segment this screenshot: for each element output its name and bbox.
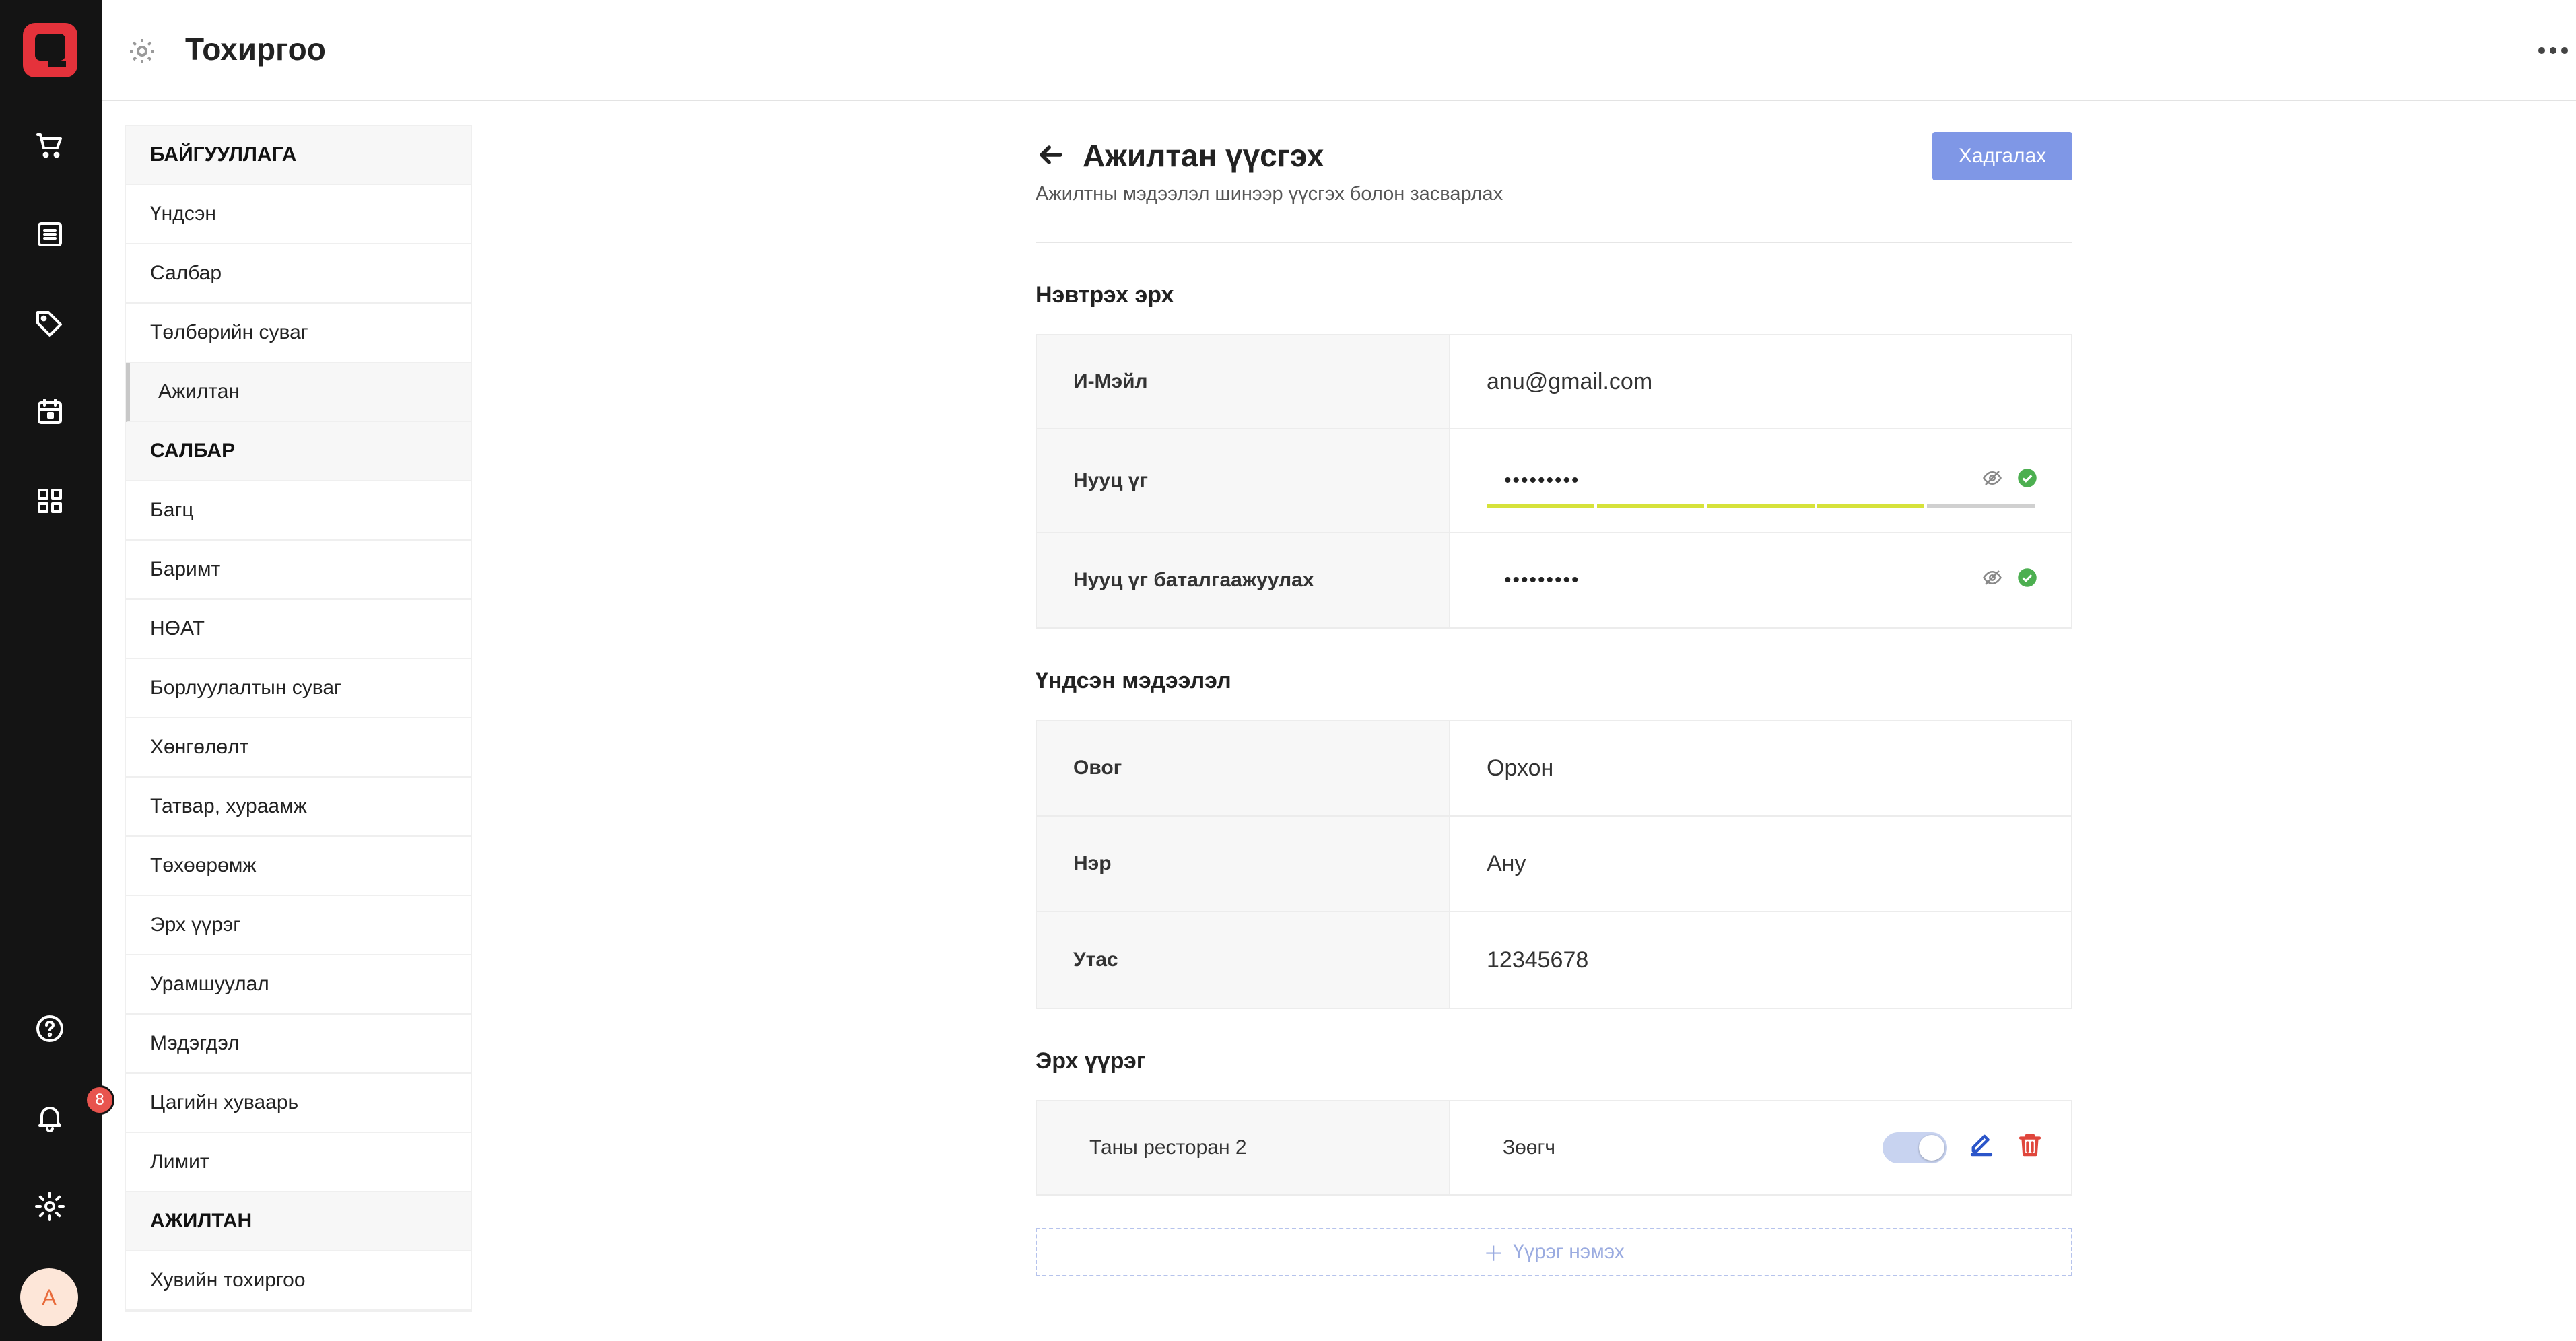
- name-field[interactable]: Ану: [1450, 817, 2071, 911]
- list-icon[interactable]: [31, 215, 69, 253]
- confirm-password-value: •••••••••: [1504, 569, 1580, 591]
- roles-section-title: Эрх үүрэг: [1036, 1048, 1146, 1074]
- phone-row: Утас 12345678: [1037, 912, 2071, 1008]
- menu-item-device[interactable]: Төхөөрөмж: [126, 837, 471, 896]
- password-label: Нууц үг: [1037, 429, 1450, 532]
- settings-icon[interactable]: [31, 1188, 69, 1225]
- menu-item-roles[interactable]: Эрх үүрэг: [126, 896, 471, 955]
- menu-item-vat[interactable]: НӨАТ: [126, 600, 471, 659]
- menu-section-employee: АЖИЛТАН: [126, 1192, 471, 1251]
- role-branch: Таны ресторан 2: [1037, 1101, 1450, 1194]
- page-header: Тохиргоо: [102, 0, 2576, 101]
- form-header: Ажилтан үүсгэх Хадгалах: [1036, 128, 2072, 182]
- menu-item-limit[interactable]: Лимит: [126, 1133, 471, 1192]
- password-strength-meter: [1487, 504, 2035, 508]
- cart-icon[interactable]: [31, 127, 69, 164]
- basic-info-section-title: Үндсэн мэдээлэл: [1036, 668, 1231, 693]
- trash-icon[interactable]: [2016, 1131, 2044, 1165]
- menu-item-employee[interactable]: Ажилтан: [126, 363, 471, 422]
- email-row: И-Мэйл anu@gmail.com: [1037, 335, 2071, 429]
- back-arrow-icon[interactable]: [1036, 140, 1065, 170]
- login-card: И-Мэйл anu@gmail.com Нууц үг ••••••••• Н…: [1036, 334, 2072, 629]
- role-enabled-toggle[interactable]: [1883, 1132, 1947, 1163]
- menu-item-notification[interactable]: Мэдэгдэл: [126, 1015, 471, 1074]
- eye-off-icon[interactable]: [1982, 468, 2002, 494]
- confirm-password-label: Нууц үг баталгаажуулах: [1037, 533, 1450, 627]
- role-name: Зөөгч: [1450, 1101, 2071, 1194]
- menu-item-tax-fee[interactable]: Татвар, хураамж: [126, 778, 471, 837]
- grid-icon[interactable]: [31, 482, 69, 520]
- surname-field[interactable]: Орхон: [1450, 721, 2071, 815]
- surname-row: Овог Орхон: [1037, 721, 2071, 817]
- notification-badge: 8: [85, 1085, 114, 1115]
- role-row: Таны ресторан 2 Зөөгч: [1036, 1100, 2072, 1196]
- bell-icon[interactable]: [31, 1099, 69, 1136]
- basic-info-card: Овог Орхон Нэр Ану Утас 12345678: [1036, 720, 2072, 1009]
- calendar-icon[interactable]: [31, 393, 69, 431]
- menu-item-schedule[interactable]: Цагийн хуваарь: [126, 1074, 471, 1133]
- page-title: Тохиргоо: [185, 32, 326, 67]
- email-label: И-Мэйл: [1037, 335, 1450, 428]
- eye-off-icon[interactable]: [1982, 568, 2002, 594]
- role-name-text: Зөөгч: [1503, 1136, 1556, 1159]
- menu-item-payment-channel[interactable]: Төлбөрийн суваг: [126, 304, 471, 363]
- surname-label: Овог: [1037, 721, 1450, 815]
- gear-icon: [126, 35, 158, 67]
- help-icon[interactable]: [31, 1010, 69, 1047]
- confirm-password-row: Нууц үг баталгаажуулах •••••••••: [1037, 533, 2071, 627]
- confirm-password-field[interactable]: •••••••••: [1450, 533, 2071, 627]
- password-value: •••••••••: [1504, 469, 1580, 491]
- menu-item-package[interactable]: Багц: [126, 481, 471, 541]
- app-logo[interactable]: [22, 22, 79, 79]
- add-role-label: Үүрэг нэмэх: [1513, 1241, 1625, 1263]
- check-circle-icon: [2017, 568, 2037, 594]
- menu-item-sales-channel[interactable]: Борлуулалтын суваг: [126, 659, 471, 718]
- name-row: Нэр Ану: [1037, 817, 2071, 912]
- tag-icon[interactable]: [31, 304, 69, 342]
- email-field[interactable]: anu@gmail.com: [1450, 335, 2071, 428]
- menu-section-organization: БАЙГУУЛЛАГА: [126, 126, 471, 185]
- phone-field[interactable]: 12345678: [1450, 912, 2071, 1008]
- menu-item-discount[interactable]: Хөнгөлөлт: [126, 718, 471, 778]
- more-options-icon[interactable]: [2538, 40, 2572, 61]
- app-rail: 8 A: [0, 0, 114, 1341]
- employee-form: Ажилтан үүсгэх Хадгалах Ажилтны мэдээлэл…: [1036, 128, 2072, 1276]
- login-section-title: Нэвтрэх эрх: [1036, 282, 1174, 308]
- plus-icon: ＋: [1483, 1243, 1504, 1266]
- name-label: Нэр: [1037, 817, 1450, 911]
- form-subtitle: Ажилтны мэдээлэл шинээр үүсгэх болон зас…: [1036, 183, 2072, 243]
- menu-section-branch: САЛБАР: [126, 422, 471, 481]
- menu-item-branch[interactable]: Салбар: [126, 244, 471, 304]
- add-role-button[interactable]: ＋ Үүрэг нэмэх: [1036, 1228, 2072, 1276]
- password-row: Нууц үг •••••••••: [1037, 429, 2071, 533]
- password-field[interactable]: •••••••••: [1450, 429, 2071, 532]
- phone-label: Утас: [1037, 912, 1450, 1008]
- menu-item-basic[interactable]: Үндсэн: [126, 185, 471, 244]
- save-button[interactable]: Хадгалах: [1932, 132, 2072, 180]
- check-circle-icon: [2017, 468, 2037, 494]
- form-title: Ажилтан үүсгэх: [1083, 138, 1324, 173]
- settings-menu: БАЙГУУЛЛАГА Үндсэн Салбар Төлбөрийн сува…: [125, 125, 472, 1312]
- menu-item-promotion[interactable]: Урамшуулал: [126, 955, 471, 1015]
- user-avatar[interactable]: A: [20, 1268, 78, 1326]
- menu-item-personal-settings[interactable]: Хувийн тохиргоо: [126, 1251, 471, 1311]
- edit-pencil-icon[interactable]: [1967, 1131, 1996, 1165]
- menu-item-receipt[interactable]: Баримт: [126, 541, 471, 600]
